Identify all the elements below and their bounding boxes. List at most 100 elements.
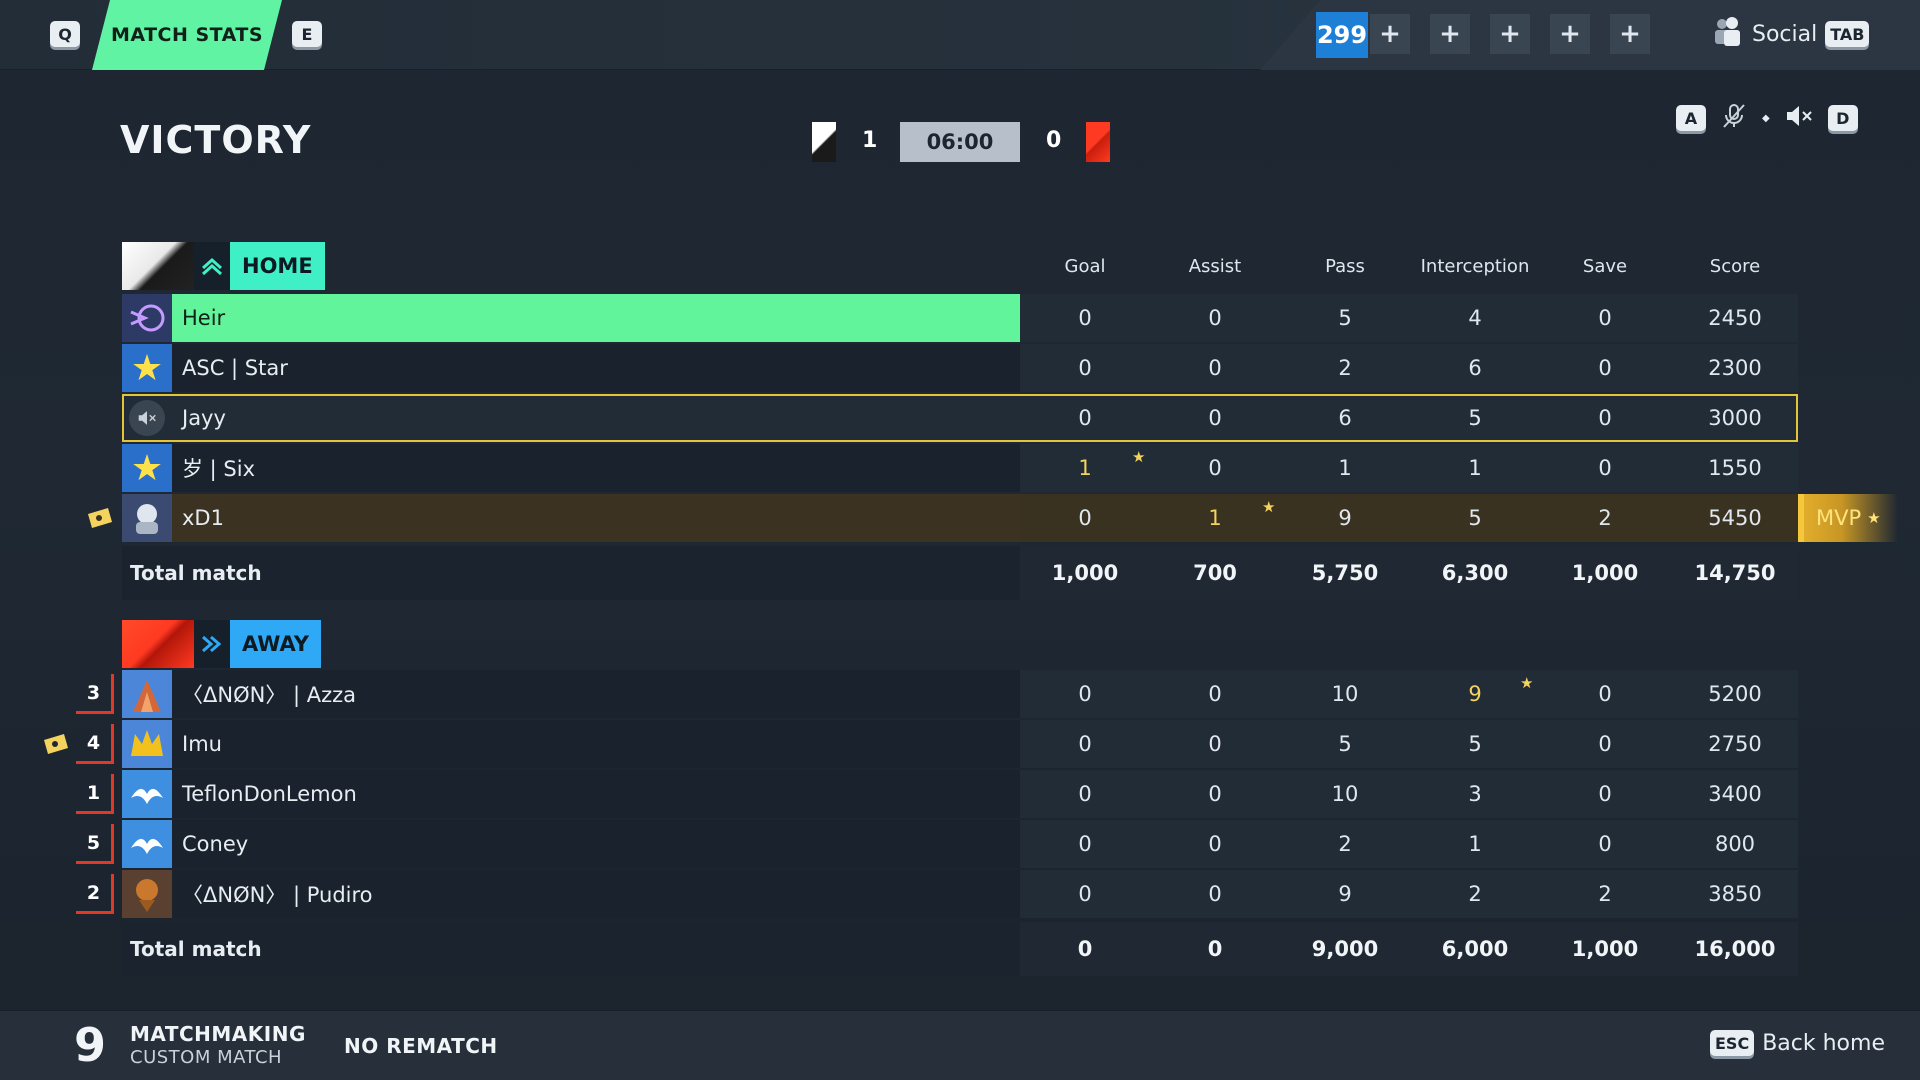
stat-score: 2450	[1708, 306, 1762, 330]
stat-save: 0	[1598, 306, 1612, 330]
tab-match-stats[interactable]: MATCH STATS	[92, 0, 282, 70]
stat-goal: 0	[1078, 306, 1092, 330]
stat-save: 0	[1598, 356, 1612, 380]
stat-pass: 10	[1331, 682, 1359, 706]
stat-assist: 0	[1208, 456, 1222, 480]
avatar	[122, 820, 172, 868]
total-pass: 9,000	[1311, 937, 1379, 961]
player-name: 〈ΔNØN〉 | Azza	[182, 683, 357, 707]
rank-badge: 4	[76, 724, 114, 764]
social-label: Social	[1752, 21, 1818, 47]
away-score: 0	[1046, 128, 1062, 153]
away-total-row: Total match 0 0 9,000 6,000 1,000 16,000	[122, 922, 1798, 976]
stat-pass: 5	[1338, 306, 1352, 330]
total-goal: 0	[1077, 937, 1093, 961]
stat-pass: 1	[1338, 456, 1352, 480]
stat-save: 2	[1598, 882, 1612, 906]
mvp-badge: MVP ★	[1798, 494, 1898, 542]
matchmaking-count: 9	[74, 1018, 107, 1072]
table-row[interactable]: Imu 0 0 5 5 0 2750	[122, 720, 1798, 768]
stat-interception: 2	[1468, 882, 1482, 906]
player-name: 岁 | Six	[182, 457, 256, 481]
table-row[interactable]: Jayy 0 0 6 5 0 3000	[122, 394, 1798, 442]
stat-score: 800	[1714, 832, 1756, 856]
total-score: 14,750	[1694, 561, 1776, 585]
table-row[interactable]: 〈ΔNØN〉 | Azza 0 0 10 9 ★ 0 5200	[122, 670, 1798, 718]
away-team-flag	[1086, 122, 1110, 162]
next-tab-key[interactable]: E	[292, 21, 322, 47]
player-name: ASC | Star	[182, 356, 288, 380]
table-row[interactable]: ★ ASC | Star 0 0 2 6 0 2300	[122, 344, 1798, 392]
table-row[interactable]: Heir 0 0 5 4 0 2450	[122, 294, 1798, 342]
rank-badge: 5	[76, 824, 114, 864]
add-slot-button-1[interactable]: +	[1370, 14, 1410, 54]
add-slot-button-4[interactable]: +	[1550, 14, 1590, 54]
stat-score: 3400	[1708, 782, 1762, 806]
mic-muted-icon[interactable]	[1720, 102, 1748, 134]
stat-interception: 4	[1468, 306, 1482, 330]
match-timer: 06:00	[900, 122, 1020, 162]
table-row[interactable]: xD1 0 1 ★ 9 5 2 5450	[122, 494, 1798, 542]
table-row[interactable]: TeflonDonLemon 0 0 10 3 0 3400	[122, 770, 1798, 818]
social-button[interactable]: Social TAB	[1710, 16, 1870, 52]
stat-interception: 3	[1468, 782, 1482, 806]
player-name: Heir	[182, 306, 226, 330]
player-name: TeflonDonLemon	[182, 782, 357, 806]
stat-assist: 0	[1208, 406, 1222, 430]
home-team-flag	[812, 122, 836, 162]
stat-assist: 0	[1208, 782, 1222, 806]
stat-assist: 0	[1208, 882, 1222, 906]
add-slot-button-5[interactable]: +	[1610, 14, 1650, 54]
stat-pass: 2	[1338, 832, 1352, 856]
best-goal-star-icon: ★	[1132, 448, 1146, 466]
total-goal: 1,000	[1051, 561, 1119, 585]
table-row[interactable]: Coney 0 0 2 1 0 800	[122, 820, 1798, 868]
stat-assist: 0	[1208, 682, 1222, 706]
stat-save: 0	[1598, 406, 1612, 430]
stat-goal: 0	[1078, 882, 1092, 906]
avatar	[122, 720, 172, 768]
social-key: TAB	[1825, 21, 1870, 47]
col-header-score: Score	[1709, 256, 1761, 277]
voice-left-key[interactable]: A	[1676, 105, 1706, 131]
total-interception: 6,000	[1441, 937, 1509, 961]
party-leader-icon	[86, 506, 114, 534]
avatar: ★	[122, 444, 172, 492]
voice-right-key[interactable]: D	[1827, 105, 1858, 131]
stat-score: 5450	[1708, 506, 1762, 530]
table-row[interactable]: 〈ΔNØN〉 | Pudiro 0 0 9 2 2 3850	[122, 870, 1798, 918]
player-name: xD1	[182, 506, 224, 530]
speaker-muted-icon[interactable]	[1784, 103, 1814, 133]
table-row[interactable]: ★ 岁 | Six 1 ★ 0 1 1 0 1550	[122, 444, 1798, 492]
best-interception-star-icon: ★	[1520, 674, 1534, 692]
prev-tab-key[interactable]: Q	[50, 21, 80, 47]
stat-interception: 1	[1468, 456, 1482, 480]
avatar	[122, 294, 172, 342]
stat-pass: 9	[1338, 882, 1352, 906]
away-team-header: AWAY	[122, 620, 321, 668]
add-slot-button-2[interactable]: +	[1430, 14, 1470, 54]
player-name: Imu	[182, 732, 222, 756]
stat-interception: 5	[1468, 406, 1482, 430]
stat-goal: 0	[1078, 732, 1092, 756]
rematch-status: NO REMATCH	[344, 1034, 498, 1058]
star-avatar-icon: ★	[130, 347, 164, 389]
currency-counter: 299	[1316, 12, 1368, 58]
col-header-assist: Assist	[1188, 256, 1242, 277]
stat-score: 3850	[1708, 882, 1762, 906]
back-home-button[interactable]: ESC Back home	[1710, 1030, 1885, 1056]
avatar	[122, 870, 172, 918]
rank-badge: 3	[76, 674, 114, 714]
add-slot-button-3[interactable]: +	[1490, 14, 1530, 54]
col-header-goal: Goal	[1064, 256, 1106, 277]
total-save: 1,000	[1571, 561, 1639, 585]
avatar	[122, 770, 172, 818]
back-home-label: Back home	[1762, 1030, 1885, 1056]
stat-interception: 5	[1468, 506, 1482, 530]
total-assist: 700	[1193, 561, 1237, 585]
speaker-muted-icon	[129, 400, 165, 436]
stat-save: 0	[1598, 732, 1612, 756]
avatar: ★	[122, 344, 172, 392]
mvp-star-icon: ★	[1867, 509, 1881, 527]
away-team-banner	[122, 620, 194, 668]
